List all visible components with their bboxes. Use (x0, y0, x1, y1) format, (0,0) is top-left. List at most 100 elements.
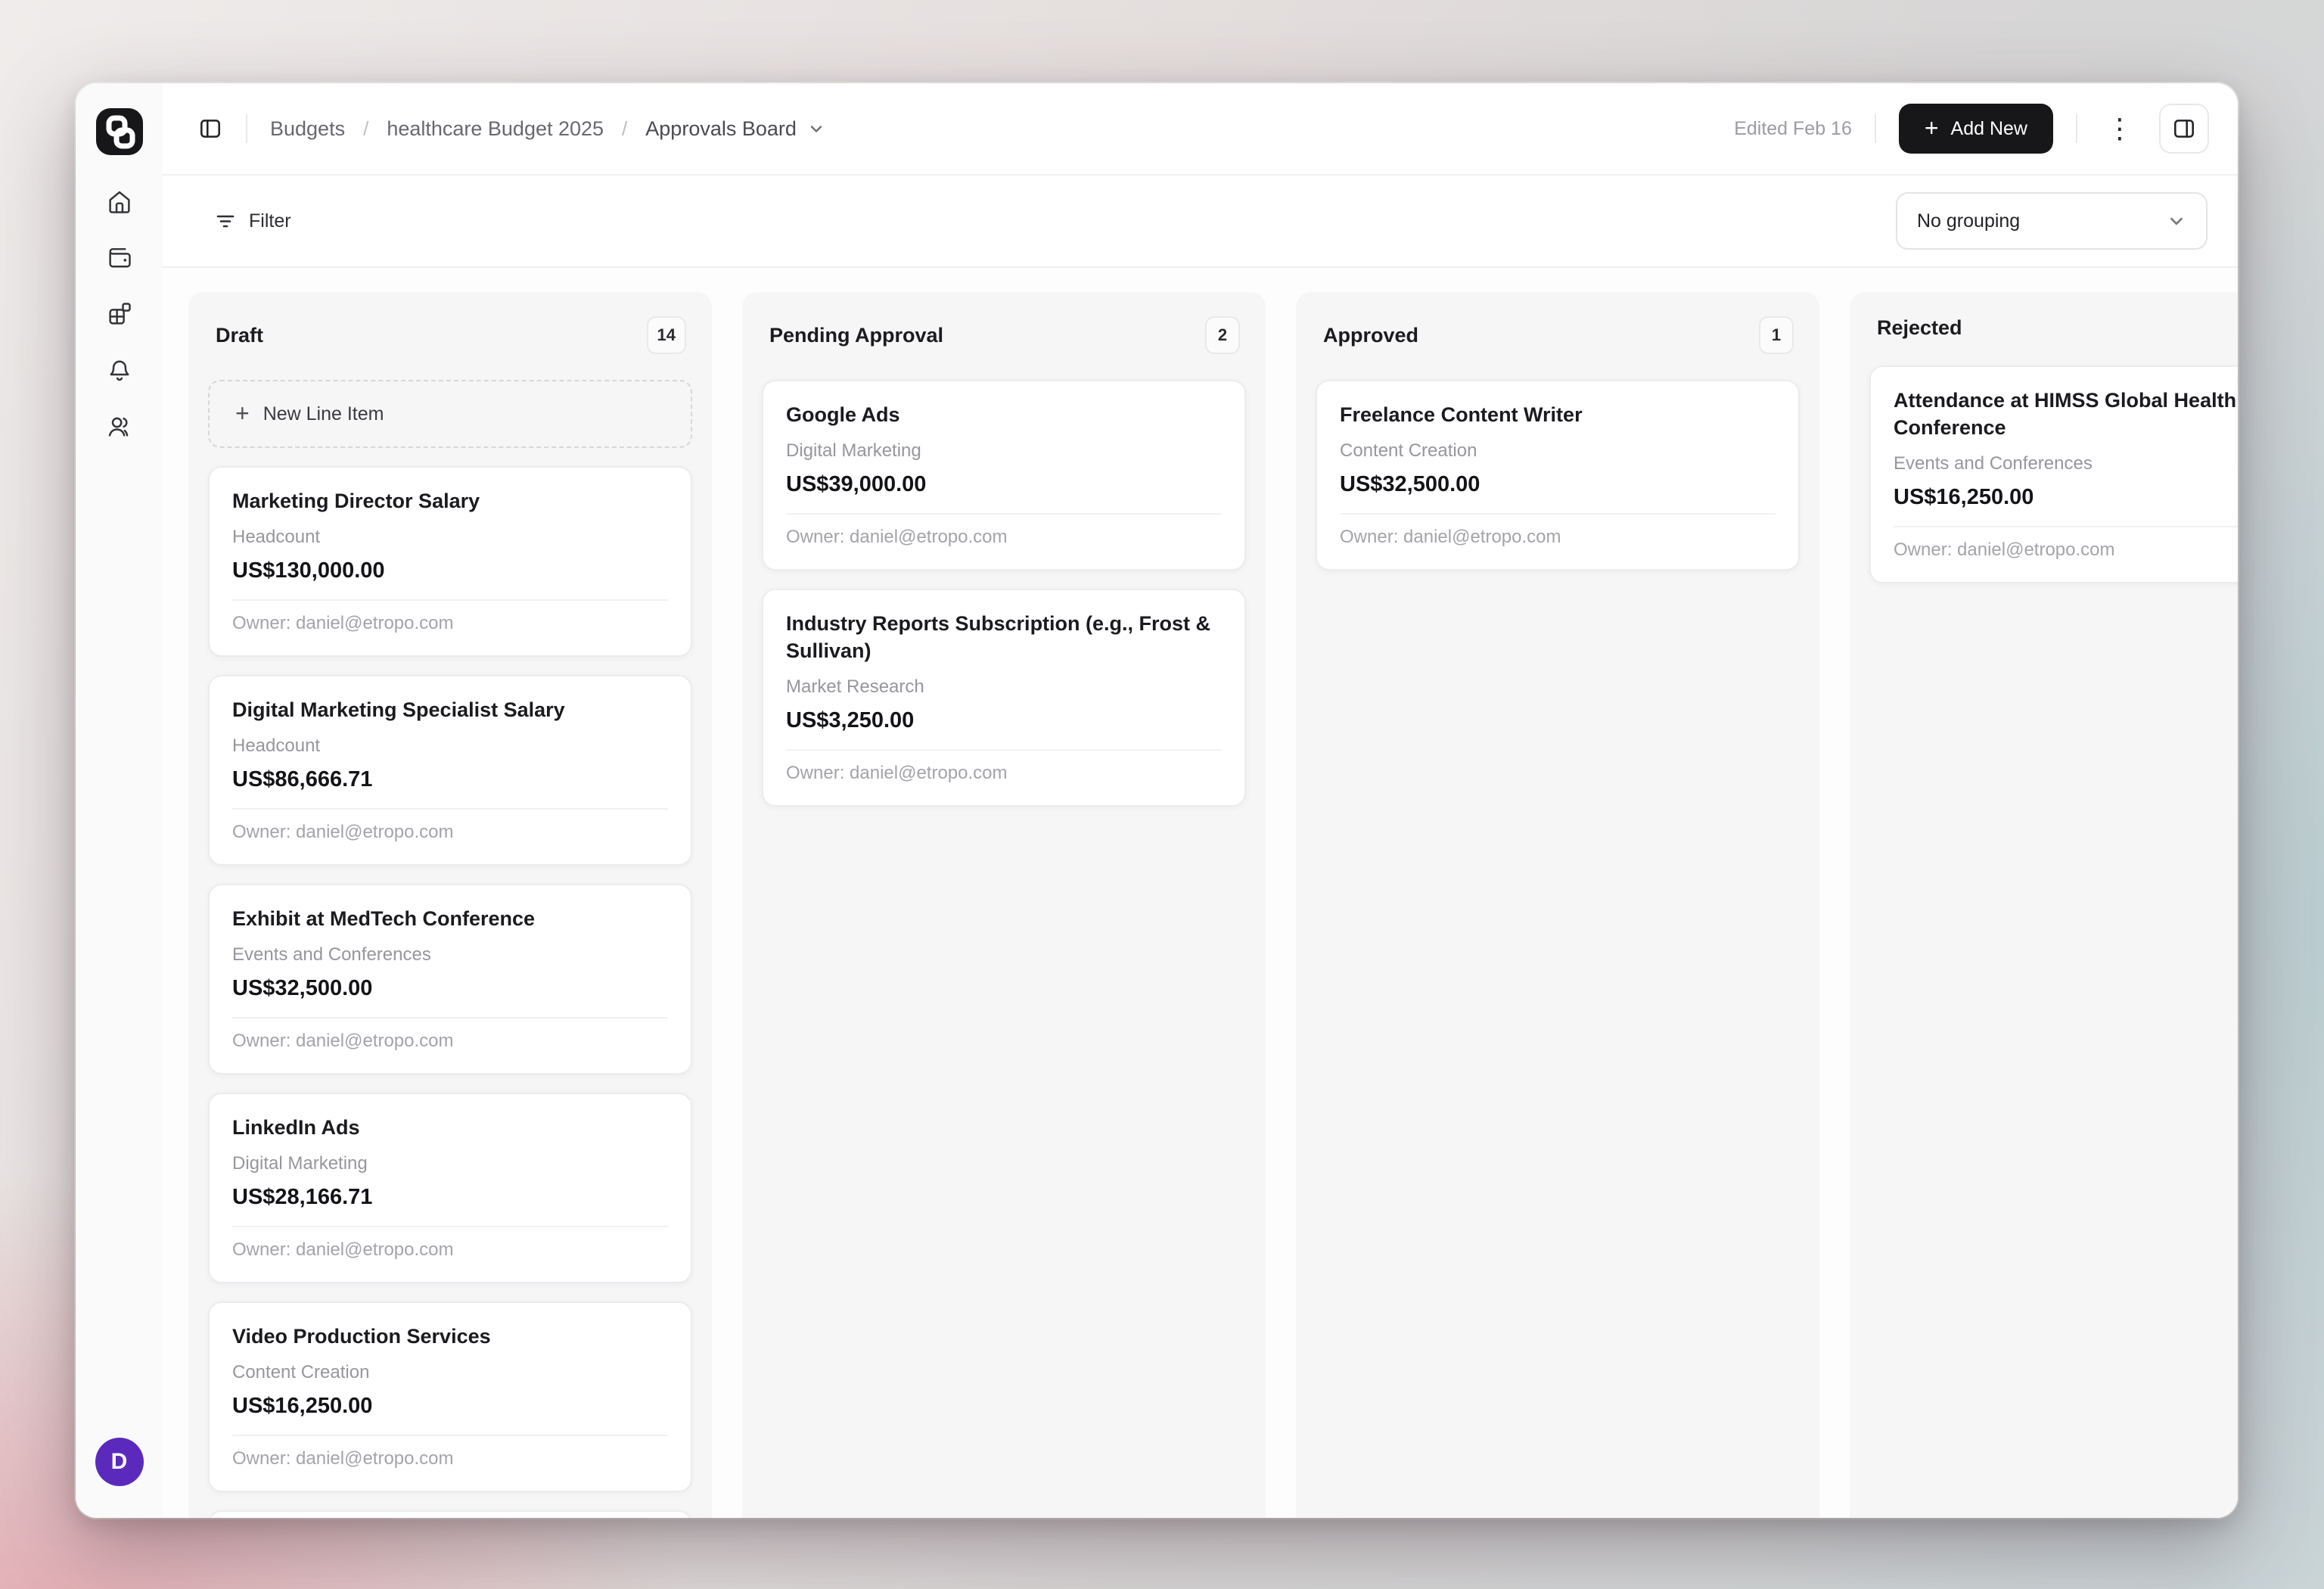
card-divider (232, 1226, 668, 1227)
line-item-card[interactable]: LinkedIn Ads Digital Marketing US$28,166.7… (208, 1093, 692, 1283)
breadcrumb-item[interactable]: Approvals Board (645, 117, 825, 141)
card-divider (232, 599, 668, 601)
board-column: Rejected Attendance at HIMSS Global Healt… (1850, 292, 2238, 1518)
card-category: Digital Marketing (232, 1152, 668, 1176)
chevron-down-icon (807, 120, 825, 138)
kebab-menu-button[interactable]: ⋮ (2100, 113, 2139, 145)
column-count-badge: 2 (1205, 316, 1240, 354)
card-amount: US$130,000.00 (232, 555, 668, 586)
card-divider (232, 1017, 668, 1018)
main-area: Budgets / healthcare Budget 2025 / Approvals… (163, 83, 2238, 1518)
new-line-item-label: New Line Item (263, 403, 384, 425)
breadcrumb-separator: / (622, 117, 627, 141)
blocks-icon (106, 300, 133, 328)
card-title: Google Ads (786, 401, 1222, 428)
board: Draft 14 + New Line Item Marketing Director … (163, 268, 2238, 1518)
card-divider (786, 513, 1222, 515)
sidebar-item-budgets[interactable] (106, 244, 133, 272)
bell-icon (106, 356, 133, 384)
card-title: Attendance at HIMSS Global Health Confer… (1894, 387, 2238, 441)
line-item-card[interactable]: Video Production Services Content Creatio… (208, 1301, 692, 1492)
right-panel-toggle-icon (2171, 116, 2197, 141)
card-title: Industry Reports Subscription (e.g., Fro… (786, 610, 1222, 664)
filter-bar: Filter No grouping (163, 176, 2238, 268)
sidebar-toggle-button[interactable] (197, 116, 223, 141)
column-count-badge: 14 (647, 316, 686, 354)
app-logo-squares-icon (97, 109, 142, 154)
topbar: Budgets / healthcare Budget 2025 / Approvals… (163, 83, 2238, 176)
line-item-card[interactable]: Customer Surveys and Focus Groups (208, 1510, 692, 1518)
breadcrumb-item[interactable]: healthcare Budget 2025 (387, 117, 604, 141)
column-count-badge: 1 (1759, 316, 1794, 354)
card-amount: US$3,250.00 (786, 705, 1222, 735)
line-item-card[interactable]: Industry Reports Subscription (e.g., Fro… (762, 589, 1246, 807)
breadcrumb: Budgets / healthcare Budget 2025 / Approvals… (270, 117, 825, 141)
line-item-card[interactable]: Exhibit at MedTech ConferenceEvents and … (208, 884, 692, 1074)
card-amount: US$32,500.00 (1340, 469, 1776, 499)
card-amount: US$16,250.00 (1894, 482, 2238, 512)
card-category: Content Creation (232, 1360, 668, 1385)
wallet-icon (106, 244, 133, 272)
card-owner: Owner: daniel@etropo.com (232, 1447, 668, 1471)
card-amount: US$28,166.71 (232, 1182, 668, 1212)
line-item-card[interactable]: Google AdsDigital MarketingUS$39,000.00O… (762, 380, 1246, 571)
card-divider (1894, 526, 2238, 527)
plus-icon: + (235, 401, 250, 425)
new-line-item-button[interactable]: + New Line Item (208, 380, 692, 448)
card-amount: US$32,500.00 (232, 973, 668, 1003)
card-divider (232, 808, 668, 810)
topbar-divider (1875, 114, 1876, 143)
column-title: Draft (216, 324, 263, 347)
sidebar-item-boards[interactable] (106, 300, 133, 328)
breadcrumb-item[interactable]: Budgets (270, 117, 345, 141)
column-cards: Google AdsDigital MarketingUS$39,000.00O… (762, 380, 1246, 807)
breadcrumb-separator: / (363, 117, 368, 141)
sidebar-item-notifications[interactable] (106, 356, 133, 384)
app-logo[interactable] (96, 108, 143, 155)
column-header: Approved 1 (1316, 312, 1800, 354)
card-category: Headcount (232, 525, 668, 549)
right-panel-toggle-button[interactable] (2159, 104, 2209, 154)
sidebar-item-members[interactable] (106, 412, 133, 440)
card-category: Events and Conferences (232, 943, 668, 967)
column-cards: Attendance at HIMSS Global Health Confer… (1869, 365, 2238, 583)
line-item-card[interactable]: Digital Marketing Specialist SalaryHeadc… (208, 675, 692, 866)
card-title: Marketing Director Salary (232, 487, 668, 515)
add-new-button[interactable]: + Add New (1899, 104, 2053, 154)
card-category: Market Research (786, 675, 1222, 699)
card-divider (1340, 513, 1776, 515)
card-amount: US$16,250.00 (232, 1391, 668, 1421)
line-item-card[interactable]: Attendance at HIMSS Global Health Confer… (1869, 365, 2238, 583)
card-category: Digital Marketing (786, 439, 1222, 463)
chevron-down-icon (2167, 211, 2186, 231)
column-title: Rejected (1877, 316, 1962, 340)
filter-button[interactable]: Filter (214, 210, 291, 232)
column-header: Draft 14 (208, 312, 692, 354)
sidebar-toggle-icon (197, 116, 223, 141)
grouping-select[interactable]: No grouping (1896, 192, 2207, 250)
column-cards: Freelance Content Writer Content Creation… (1316, 380, 1800, 571)
card-title: LinkedIn Ads (232, 1114, 668, 1141)
line-item-card[interactable]: Marketing Director Salary Headcount US$130… (208, 466, 692, 657)
card-category: Content Creation (1340, 439, 1776, 463)
sidebar: D (76, 83, 164, 1518)
grouping-value: No grouping (1917, 210, 2020, 232)
filter-lines-icon (214, 210, 237, 232)
column-title: Approved (1323, 324, 1418, 347)
add-new-label: Add New (1951, 118, 2027, 140)
card-title: Video Production Services (232, 1323, 668, 1350)
card-divider (232, 1435, 668, 1436)
column-title: Pending Approval (769, 324, 943, 347)
user-avatar[interactable]: D (95, 1438, 144, 1486)
column-cards: Marketing Director Salary Headcount US$130… (208, 466, 692, 1518)
line-item-card[interactable]: Freelance Content Writer Content Creation… (1316, 380, 1800, 571)
users-icon (106, 412, 133, 440)
topbar-divider (2076, 114, 2077, 143)
card-title: Freelance Content Writer (1340, 401, 1776, 428)
app-window: D Budgets / healthcare Budget 2025 / Approva… (76, 83, 2238, 1518)
sidebar-item-home[interactable] (106, 188, 133, 216)
home-icon (106, 188, 133, 216)
card-owner: Owner: daniel@etropo.com (1340, 525, 1776, 549)
card-category: Headcount (232, 734, 668, 758)
plus-icon: + (1925, 116, 1939, 140)
